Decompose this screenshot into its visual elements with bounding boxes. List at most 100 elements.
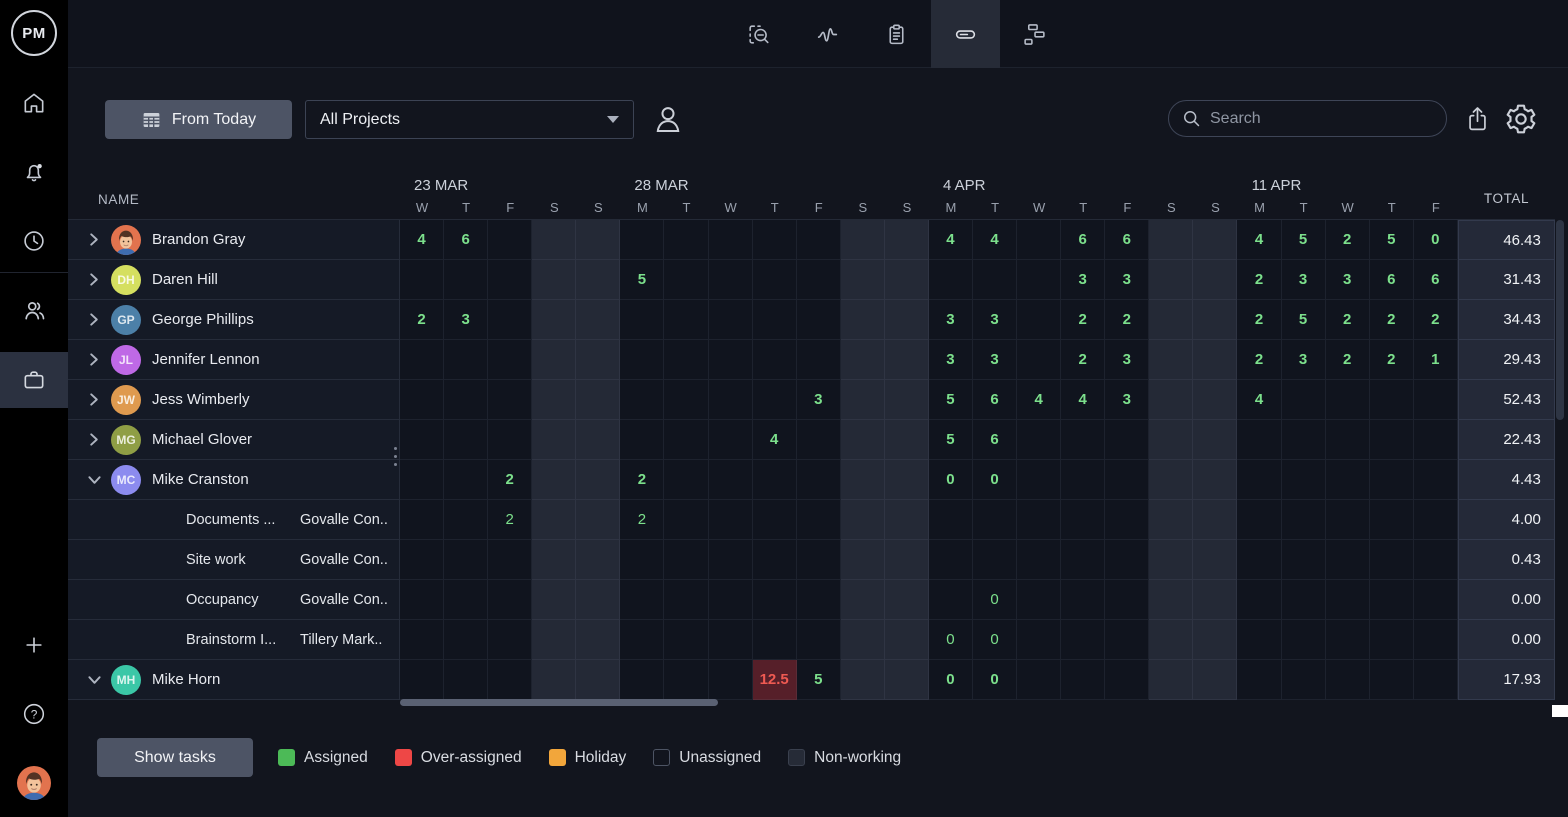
- day-cell[interactable]: [1282, 380, 1326, 420]
- day-cell[interactable]: [1282, 460, 1326, 500]
- day-cell[interactable]: [444, 340, 488, 380]
- day-cell[interactable]: [532, 460, 576, 500]
- day-cell[interactable]: [1149, 580, 1193, 620]
- day-cell[interactable]: [664, 540, 708, 580]
- day-cell[interactable]: [753, 540, 797, 580]
- tab-workload[interactable]: [931, 0, 1000, 68]
- day-cell[interactable]: [1061, 580, 1105, 620]
- day-cell[interactable]: [620, 340, 664, 380]
- day-cell[interactable]: 5: [797, 660, 841, 700]
- day-cell[interactable]: [841, 220, 885, 260]
- day-cell[interactable]: [753, 300, 797, 340]
- name-cell[interactable]: MGMichael Glover: [68, 420, 400, 460]
- day-cell[interactable]: [1061, 540, 1105, 580]
- day-cell[interactable]: [929, 540, 973, 580]
- day-cell[interactable]: [400, 420, 444, 460]
- day-cell[interactable]: [973, 500, 1017, 540]
- day-cell[interactable]: [1282, 580, 1326, 620]
- day-cell[interactable]: [400, 540, 444, 580]
- day-cell[interactable]: [1193, 620, 1237, 660]
- day-cell[interactable]: 5: [929, 420, 973, 460]
- day-cell[interactable]: 0: [929, 620, 973, 660]
- day-cell[interactable]: [1193, 340, 1237, 380]
- sidebar-item-home[interactable]: [0, 75, 68, 131]
- day-cell[interactable]: [1105, 460, 1149, 500]
- day-cell[interactable]: 1: [1414, 340, 1458, 380]
- day-cell[interactable]: 5: [1282, 300, 1326, 340]
- day-cell[interactable]: 2: [1370, 300, 1414, 340]
- sidebar-item-notifications[interactable]: [0, 144, 68, 200]
- day-cell[interactable]: [532, 540, 576, 580]
- day-cell[interactable]: [797, 220, 841, 260]
- day-cell[interactable]: [753, 380, 797, 420]
- sidebar-user-avatar[interactable]: [17, 766, 51, 800]
- day-cell[interactable]: 3: [1105, 260, 1149, 300]
- day-cell[interactable]: [532, 500, 576, 540]
- day-cell[interactable]: 4: [1017, 380, 1061, 420]
- day-cell[interactable]: [841, 260, 885, 300]
- name-cell[interactable]: DHDaren Hill: [68, 260, 400, 300]
- day-cell[interactable]: [753, 580, 797, 620]
- day-cell[interactable]: [488, 540, 532, 580]
- day-cell[interactable]: [753, 620, 797, 660]
- day-cell[interactable]: [1193, 500, 1237, 540]
- horizontal-scrollbar[interactable]: [400, 699, 718, 706]
- day-cell[interactable]: [488, 300, 532, 340]
- day-cell[interactable]: 3: [1105, 340, 1149, 380]
- day-cell[interactable]: [1017, 620, 1061, 660]
- day-cell[interactable]: [444, 580, 488, 620]
- day-cell[interactable]: [885, 540, 929, 580]
- tab-activity[interactable]: [793, 0, 862, 68]
- day-cell[interactable]: [532, 620, 576, 660]
- day-cell[interactable]: [488, 620, 532, 660]
- day-cell[interactable]: [576, 500, 620, 540]
- day-cell[interactable]: [1326, 540, 1370, 580]
- day-cell[interactable]: [400, 620, 444, 660]
- day-cell[interactable]: [576, 220, 620, 260]
- day-cell[interactable]: [1149, 340, 1193, 380]
- day-cell[interactable]: [664, 460, 708, 500]
- day-cell[interactable]: [1017, 500, 1061, 540]
- sidebar-item-help[interactable]: ?: [0, 686, 68, 742]
- day-cell[interactable]: [1193, 660, 1237, 700]
- sidebar-item-team[interactable]: [0, 282, 68, 338]
- day-cell[interactable]: [1061, 660, 1105, 700]
- name-cell[interactable]: MCMike Cranston: [68, 460, 400, 500]
- day-cell[interactable]: [620, 660, 664, 700]
- day-cell[interactable]: [1237, 420, 1281, 460]
- name-cell[interactable]: Brandon Gray: [68, 220, 400, 260]
- day-cell[interactable]: [1414, 420, 1458, 460]
- day-cell[interactable]: [576, 620, 620, 660]
- day-cell[interactable]: [841, 340, 885, 380]
- name-cell[interactable]: JWJess Wimberly: [68, 380, 400, 420]
- day-cell[interactable]: [1414, 620, 1458, 660]
- day-cell[interactable]: [709, 260, 753, 300]
- day-cell[interactable]: [620, 540, 664, 580]
- day-cell[interactable]: [1326, 620, 1370, 660]
- day-cell[interactable]: [488, 660, 532, 700]
- day-cell[interactable]: 3: [1282, 260, 1326, 300]
- day-cell[interactable]: [1017, 540, 1061, 580]
- day-cell[interactable]: 2: [1237, 260, 1281, 300]
- day-cell[interactable]: [532, 420, 576, 460]
- day-cell[interactable]: [576, 300, 620, 340]
- day-cell[interactable]: [400, 460, 444, 500]
- day-cell[interactable]: [1061, 420, 1105, 460]
- day-cell[interactable]: [444, 660, 488, 700]
- day-cell[interactable]: [1282, 620, 1326, 660]
- day-cell[interactable]: [885, 580, 929, 620]
- tab-tasks[interactable]: [862, 0, 931, 68]
- day-cell[interactable]: [532, 380, 576, 420]
- day-cell[interactable]: [841, 300, 885, 340]
- day-cell[interactable]: [841, 460, 885, 500]
- day-cell[interactable]: [664, 260, 708, 300]
- day-cell[interactable]: [973, 540, 1017, 580]
- pm-logo[interactable]: PM: [11, 10, 57, 56]
- sidebar-item-projects[interactable]: [0, 352, 68, 408]
- day-cell[interactable]: 5: [929, 380, 973, 420]
- day-cell[interactable]: 0: [973, 580, 1017, 620]
- sidebar-item-time[interactable]: [0, 213, 68, 269]
- day-cell[interactable]: [576, 260, 620, 300]
- day-cell[interactable]: [1149, 500, 1193, 540]
- day-cell[interactable]: [709, 540, 753, 580]
